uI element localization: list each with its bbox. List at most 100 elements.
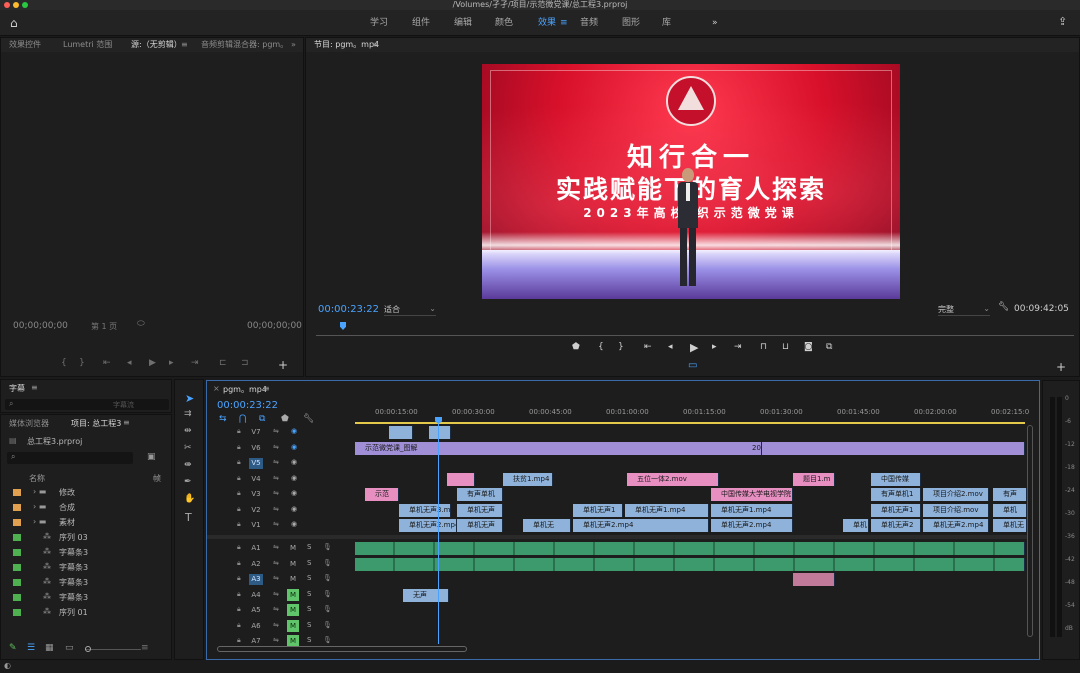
workspace-tab-3[interactable]: 颜色 (495, 10, 513, 36)
timeline-vertical-scrollbar[interactable] (1027, 425, 1033, 637)
workspace-tab-5[interactable]: 音频 (580, 10, 598, 36)
track-solo-button[interactable]: S (307, 590, 311, 598)
track-solo-button[interactable]: S (307, 559, 311, 567)
column-name-header[interactable]: 名称 (29, 473, 45, 484)
track-solo-button[interactable]: S (307, 636, 311, 644)
program-tab-menu-icon[interactable]: ≡ (372, 38, 379, 52)
track-mute-button[interactable]: M (287, 542, 299, 554)
track-sync-lock-icon[interactable]: ⇋ (273, 543, 279, 551)
track-header-v2[interactable]: 🔒︎ V2 ⇋ ◉ (207, 503, 355, 518)
track-header-v6[interactable]: 🔒︎ V6 ⇋ ◉ (207, 441, 355, 456)
track-label[interactable]: V3 (249, 489, 263, 500)
track-mute-button[interactable]: M (287, 558, 299, 570)
mark-out-icon[interactable]: } (618, 342, 624, 352)
track-header-a5[interactable]: 🔒︎ A5 ⇋ M S 🎙︎ (207, 603, 355, 618)
step-back-icon[interactable]: ◂ (668, 342, 673, 352)
step-forward-icon[interactable]: ▸ (712, 342, 717, 352)
timeline-clip[interactable]: 示范微党课_图解 (355, 441, 1025, 455)
track-label[interactable]: V7 (249, 427, 263, 438)
project-tab-menu-icon[interactable]: ≡ (123, 418, 130, 427)
track-label[interactable]: V5 (249, 458, 263, 469)
track-header-v7[interactable]: 🔒︎ V7 ⇋ ◉ (207, 425, 355, 440)
timeline-clip[interactable]: 项目介绍2.mov (923, 488, 989, 501)
track-lock-icon[interactable]: 🔒︎ (237, 621, 241, 630)
track-label[interactable]: A6 (249, 621, 263, 632)
project-item[interactable]: ⁂ 序列 03 (7, 530, 167, 545)
timeline-clip[interactable]: 单机无 (993, 519, 1027, 532)
track-lock-icon[interactable]: 🔒︎ (237, 505, 241, 514)
track-lock-icon[interactable]: 🔒︎ (237, 543, 241, 552)
type-tool-icon[interactable]: T (185, 511, 192, 524)
column-fps-header[interactable]: 帧 (153, 473, 161, 484)
track-lock-icon[interactable]: 🔒︎ (237, 636, 241, 645)
track-sync-lock-icon[interactable]: ⇋ (273, 559, 279, 567)
track-mute-button[interactable]: M (287, 619, 299, 632)
nest-icon[interactable]: ⇆ (219, 414, 227, 424)
timeline-clip[interactable] (447, 472, 475, 486)
track-solo-button[interactable]: S (307, 574, 311, 582)
extract-icon[interactable]: ⊔ (782, 342, 789, 352)
track-record-mic-icon[interactable]: 🎙︎ (323, 621, 332, 629)
track-lock-icon[interactable]: 🔒︎ (237, 489, 241, 498)
track-visibility-eye-icon[interactable]: ◉ (291, 520, 297, 528)
timeline-clip[interactable]: 单机无声1.mp4 (625, 503, 709, 517)
track-visibility-eye-icon[interactable]: ◉ (291, 458, 297, 466)
track-visibility-eye-icon[interactable]: ◉ (291, 505, 297, 513)
timeline-clip[interactable]: 单机无声2.mp4 (399, 519, 457, 532)
timeline-clip[interactable]: 有声单机 (457, 488, 503, 501)
ripple-edit-tool-icon[interactable]: ⇹ (184, 426, 192, 436)
track-label[interactable]: V2 (249, 505, 263, 516)
track-solo-button[interactable]: S (307, 543, 311, 551)
timeline-horizontal-scrollbar[interactable] (217, 646, 467, 652)
share-icon[interactable]: ⇪ (1058, 15, 1067, 28)
track-select-tool-icon[interactable]: ⇉ (184, 409, 192, 419)
sequence-tab-menu-icon[interactable]: ≡ (263, 384, 270, 393)
timeline-clip[interactable]: 题目1.m (793, 472, 835, 486)
zoom-slider-thumb[interactable] (85, 646, 91, 652)
program-scrub-bar[interactable] (316, 330, 1074, 336)
track-sync-lock-icon[interactable]: ⇋ (273, 474, 279, 482)
captions-tab-menu-icon[interactable]: ≡ (31, 383, 38, 392)
track-mute-button[interactable]: M (287, 604, 299, 616)
timeline-clip[interactable]: 单机无 (523, 519, 571, 532)
track-lock-icon[interactable]: 🔒︎ (237, 474, 241, 483)
export-frame-camera-icon[interactable]: ◙ (804, 342, 813, 352)
timeline-clip[interactable]: 单机无声1 (871, 503, 921, 517)
pen-tool-icon[interactable]: ✒ (184, 477, 192, 487)
track-label[interactable]: V1 (249, 520, 263, 531)
track-solo-button[interactable]: S (307, 621, 311, 629)
track-visibility-eye-icon[interactable]: ◉ (291, 489, 297, 497)
workspace-tab-0[interactable]: 学习 (370, 10, 388, 36)
source-timecode-left[interactable]: 00;00;00;00 (13, 321, 68, 331)
track-lock-icon[interactable]: 🔒︎ (237, 559, 241, 568)
project-item[interactable]: ⁂ 字幕条3 (7, 590, 167, 605)
track-header-a3[interactable]: 🔒︎ A3 ⇋ M S 🎙︎ (207, 572, 355, 587)
timeline-clip[interactable]: 单机无声2.mp4 (573, 519, 709, 532)
zoom-slider[interactable] (85, 649, 141, 650)
track-sync-lock-icon[interactable]: ⇋ (273, 505, 279, 513)
track-visibility-eye-icon[interactable]: ◉ (291, 443, 297, 451)
pencil-icon[interactable]: ✎ (9, 643, 17, 653)
workspace-tab-2[interactable]: 编辑 (454, 10, 472, 36)
quality-select[interactable]: 完整 ⌄ (938, 304, 990, 316)
minimize-window-button[interactable] (13, 2, 19, 8)
source-play-icon[interactable]: ▶ (149, 358, 156, 368)
captions-search-input[interactable]: ⌕ 字幕流 (5, 399, 169, 410)
track-header-v5[interactable]: 🔒︎ V5 ⇋ ◉ (207, 456, 355, 471)
source-overwrite-icon[interactable]: ⊐ (241, 358, 249, 368)
project-search-input[interactable]: ⌕ (7, 452, 133, 464)
timeline-clip[interactable]: 有声 (993, 488, 1027, 501)
source-step-back-icon[interactable]: ◂ (127, 358, 132, 368)
track-record-mic-icon[interactable]: 🎙︎ (323, 605, 332, 613)
video-audio-divider[interactable] (207, 535, 1027, 539)
tab-captions[interactable]: 字幕 (9, 383, 25, 394)
track-header-a6[interactable]: 🔒︎ A6 ⇋ M S 🎙︎ (207, 619, 355, 634)
freeform-view-icon[interactable]: ▭ (65, 643, 74, 653)
hand-tool-icon[interactable]: ✋ (184, 494, 195, 504)
timeline-clip[interactable]: 项目介绍.mov (923, 503, 989, 517)
track-sync-lock-icon[interactable]: ⇋ (273, 489, 279, 497)
timeline-clip[interactable]: 示范 (365, 488, 399, 501)
project-item[interactable]: ⁂ 序列 01 (7, 605, 167, 620)
track-lock-icon[interactable]: 🔒︎ (237, 590, 241, 599)
program-playhead[interactable] (340, 322, 346, 330)
